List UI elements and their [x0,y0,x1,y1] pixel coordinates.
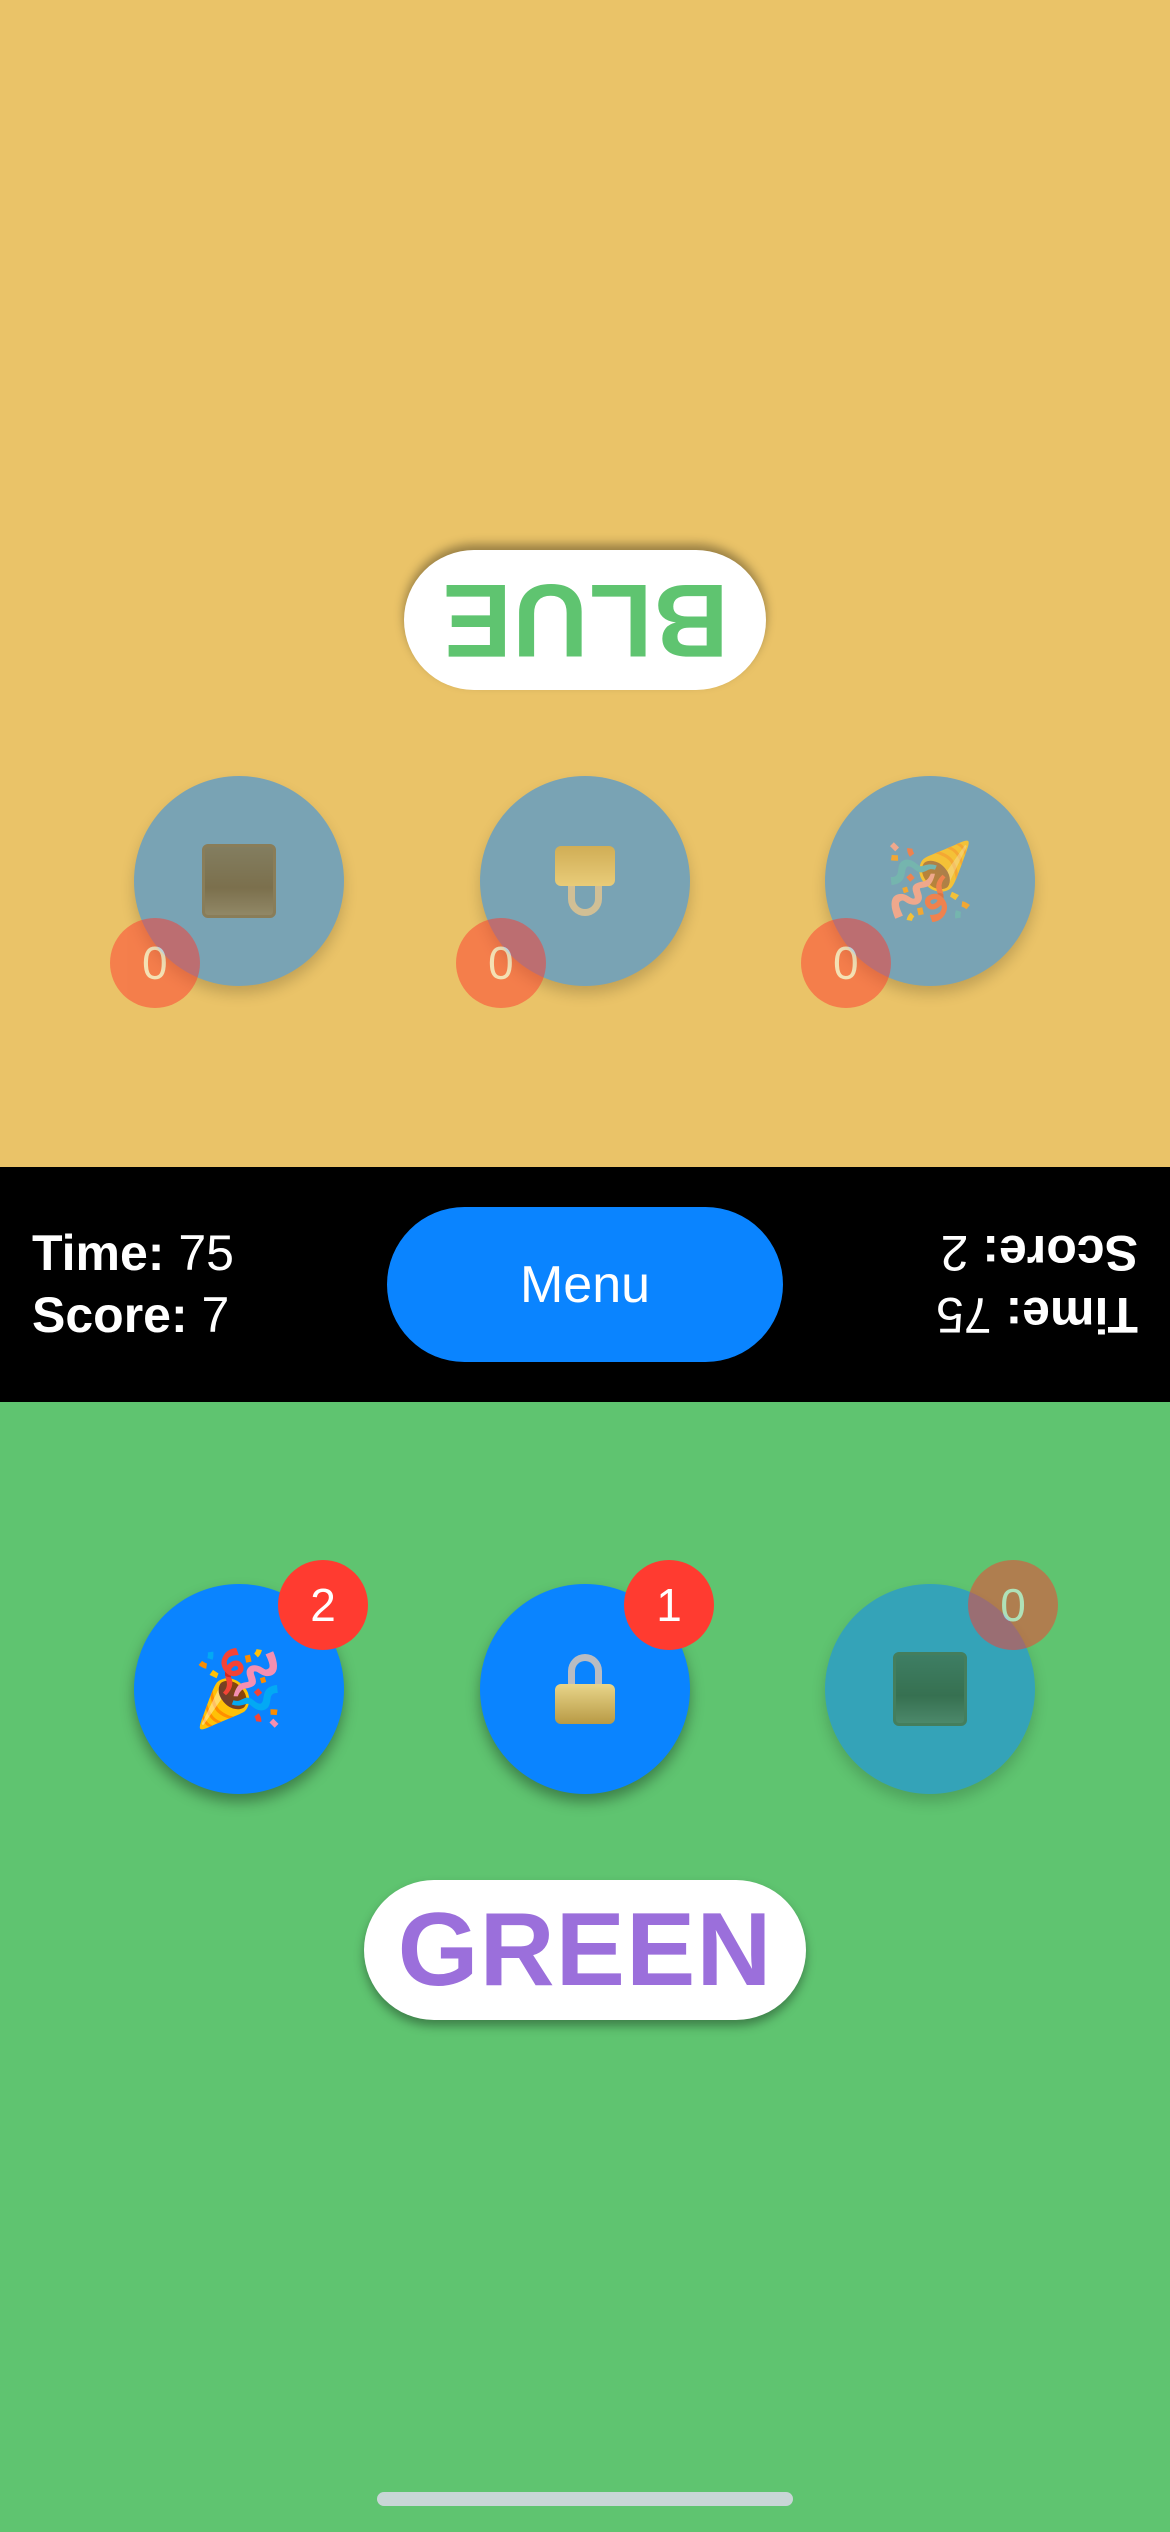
top-player-area: BLUE 0 0 🎉 0 [0,0,1170,1167]
bottom-color-word-text: GREEN [397,1891,773,2008]
top-color-word-text: BLUE [441,562,729,679]
bottom-lock-count-badge: 1 [624,1560,714,1650]
top-player-hud: Time: 75 Score: 2 [936,1222,1138,1346]
home-indicator[interactable] [377,2492,793,2506]
party-popper-icon: 🎉 [883,838,977,924]
bottom-time-row: Time: 75 [32,1225,234,1281]
top-party-count-badge: 0 [801,918,891,1008]
top-time-row: Time: 75 [936,1287,1138,1343]
top-lock-count-badge: 0 [456,918,546,1008]
menu-button[interactable]: Menu [387,1207,783,1362]
lock-icon [555,846,615,916]
bottom-color-word: GREEN [364,1880,806,2020]
bottom-square-count-badge: 0 [968,1560,1058,1650]
bottom-score-row: Score: 7 [32,1287,230,1343]
square-icon [202,844,276,918]
party-popper-icon: 🎉 [192,1646,286,1732]
bottom-player-hud: Time: 75 Score: 7 [32,1222,234,1346]
top-score-row: Score: 2 [940,1225,1138,1281]
bottom-party-count-badge: 2 [278,1560,368,1650]
lock-icon [555,1654,615,1724]
top-color-word: BLUE [404,550,766,690]
bottom-player-area: 🎉 2 1 0 GREEN [0,1402,1170,2532]
square-icon [893,1652,967,1726]
top-square-count-badge: 0 [110,918,200,1008]
